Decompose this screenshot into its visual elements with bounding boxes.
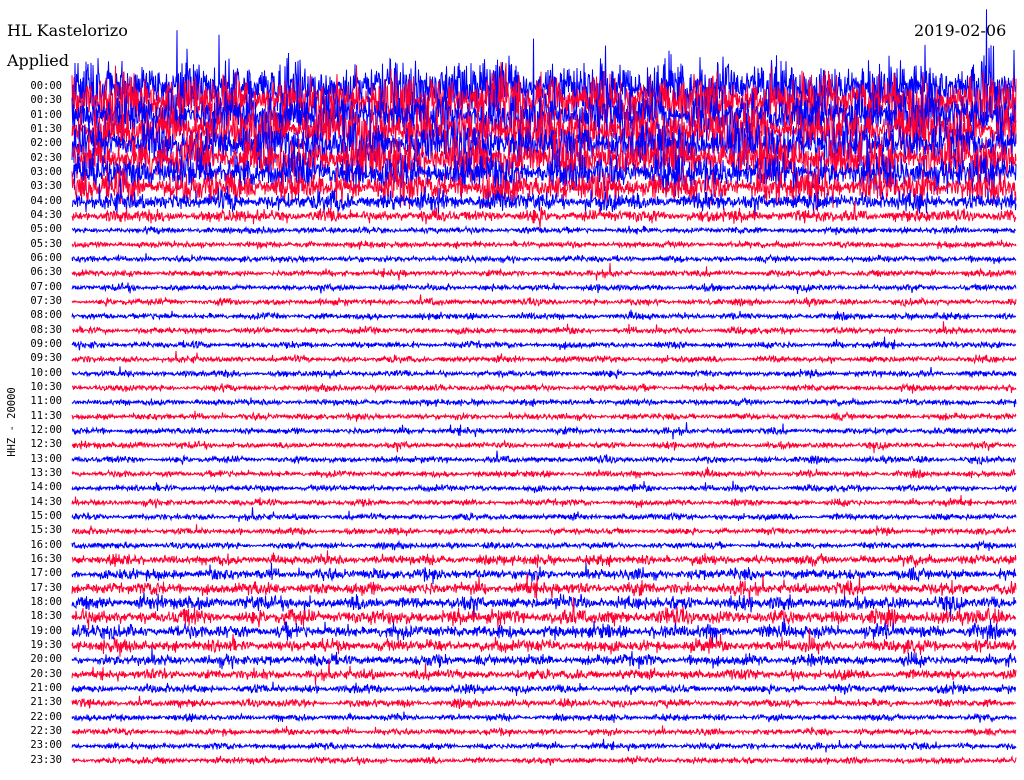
trace-1400 [71,480,1017,494]
time-label: 00:00 [30,80,62,92]
time-label: 08:30 [30,323,62,336]
trace-0930 [71,350,1017,365]
time-label: 17:30 [30,581,62,594]
time-label: 11:00 [30,395,62,408]
trace-0900 [71,336,1016,351]
time-label: 16:00 [30,538,62,551]
time-label: 05:30 [30,237,62,250]
time-label: 09:00 [30,337,62,350]
time-label: 22:00 [30,710,62,723]
trace-0730 [71,294,1017,308]
trace-1500 [71,507,1017,522]
time-label: 10:30 [30,380,62,393]
trace-0630 [71,262,1017,281]
time-label: 21:30 [30,696,62,709]
time-label: 14:00 [30,481,62,494]
time-label: 15:30 [30,524,62,537]
trace-0830 [71,321,1017,336]
trace-1130 [71,410,1017,422]
trace-2200 [71,711,1017,723]
station-title: HL Kastelorizo [7,21,128,40]
trace-1700 [71,562,1017,585]
time-label: 01:30 [30,122,62,135]
time-label: 03:00 [30,165,62,178]
trace-1330 [71,466,1017,479]
trace-2130 [71,695,1017,710]
time-label: 16:30 [30,552,62,565]
time-label: 23:30 [30,753,62,766]
time-label: 22:30 [30,724,62,737]
trace-0530 [71,239,1017,250]
time-label: 21:00 [30,681,62,694]
time-label: 02:30 [30,151,62,164]
time-label: 18:30 [30,610,62,623]
time-label: 13:00 [30,452,62,465]
time-label: 14:30 [30,495,62,508]
time-label: 06:00 [30,251,62,264]
date-label: 2019-02-06 [914,21,1007,40]
trace-2330 [71,755,1017,766]
time-label: 20:00 [30,653,62,666]
time-label: 08:00 [30,309,62,322]
time-label: 11:30 [30,409,62,422]
trace-2230 [71,725,1017,737]
time-label: 15:00 [30,509,62,522]
trace-0700 [71,282,1017,294]
time-label: 09:30 [30,352,62,365]
trace-1730 [71,573,1017,605]
time-label: 05:00 [30,223,62,236]
trace-2030 [71,660,1017,685]
trace-0800 [71,309,1017,322]
trace-1600 [71,539,1017,551]
time-label: 07:30 [30,294,62,307]
time-label: 12:00 [30,423,62,436]
trace-2100 [71,681,1017,697]
trace-2300 [71,738,1017,753]
time-label: 03:30 [30,180,62,193]
time-label: 07:00 [30,280,62,293]
time-label: 01:00 [30,108,62,121]
trace-1100 [71,397,1017,408]
time-label: 10:00 [30,366,62,379]
trace-0500 [71,225,1017,236]
time-label: 06:30 [30,266,62,279]
time-label: 17:00 [30,567,62,580]
trace-1630 [71,550,1017,568]
time-label: 19:00 [30,624,62,637]
time-label: 04:00 [30,194,62,207]
trace-0600 [71,253,1017,265]
trace-1430 [71,495,1017,509]
trace-1000 [71,366,1017,379]
trace-1030 [71,382,1017,394]
time-label: 00:30 [30,94,62,107]
time-label: 19:30 [30,638,62,651]
time-label: 04:30 [30,208,62,221]
time-label: 18:00 [30,595,62,608]
trace-2000 [71,647,1017,670]
time-label: 13:30 [30,466,62,479]
filter-label: Applied [7,51,69,70]
trace-1200 [71,422,1017,440]
trace-1230 [71,439,1017,454]
time-label: 20:30 [30,667,62,680]
time-label: 23:00 [30,739,62,752]
time-label: 02:00 [30,137,62,150]
helicorder-plot [71,9,1017,766]
time-label: 12:30 [30,438,62,451]
trace-1530 [71,524,1017,537]
